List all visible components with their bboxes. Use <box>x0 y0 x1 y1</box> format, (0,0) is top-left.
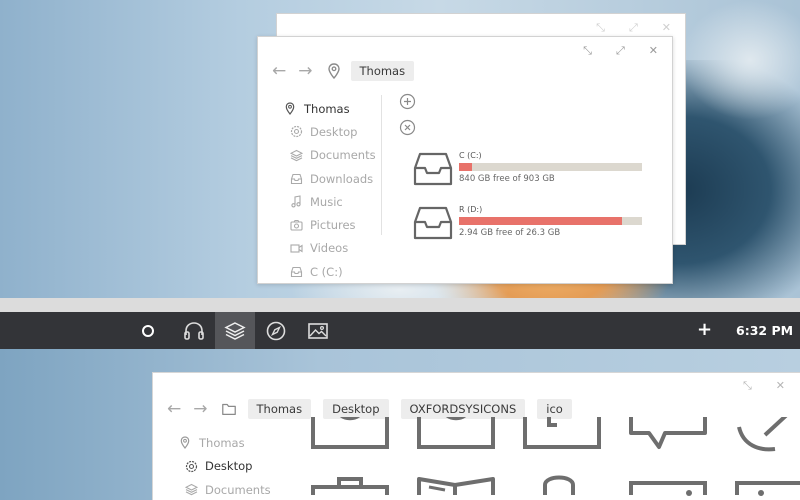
image-icon <box>308 322 328 339</box>
sidebar-item-label: Desktop <box>310 124 358 139</box>
taskbar-files-button[interactable] <box>215 312 255 349</box>
drive-usage-bar <box>459 217 642 225</box>
lock-icon[interactable] <box>523 473 603 500</box>
chat-bubble-icon[interactable] <box>629 417 709 467</box>
sidebar-item-label: Thomas <box>304 101 350 116</box>
sidebar-item-thomas[interactable]: Thomas <box>282 97 382 120</box>
drive-icon <box>413 152 453 186</box>
drive-r[interactable]: R (D:) 2.94 GB free of 26.3 GB <box>413 204 653 244</box>
sidebar-item-music[interactable]: Music <box>282 190 382 213</box>
breadcrumb-thomas[interactable]: Thomas <box>350 61 415 81</box>
breadcrumb-oxfordsysicons[interactable]: OXFORDSYSICONS <box>400 399 526 419</box>
breadcrumb-thomas[interactable]: Thomas <box>247 399 312 419</box>
sidebar-item-documents[interactable]: Documents <box>282 144 382 167</box>
sidebar-item-label: Videos <box>310 241 349 256</box>
maximize-button[interactable]: ⤢ <box>616 45 625 57</box>
video-camera-icon <box>288 243 304 254</box>
sidebar: Thomas Desktop Documents Downloads Music <box>282 97 382 283</box>
forward-arrow-icon[interactable]: → <box>193 399 207 419</box>
taskbar-circle-button[interactable] <box>128 312 168 349</box>
maximize-icon[interactable]: ⤢ <box>629 22 638 34</box>
compass-icon <box>266 321 286 340</box>
inbox-tray-icon <box>288 173 304 185</box>
sidebar-item-label: C (C:) <box>310 264 343 279</box>
circle-icon <box>142 324 154 337</box>
music-note-icon <box>288 195 304 208</box>
sidebar-item-pictures[interactable]: Pictures <box>282 213 382 236</box>
inbox-tray-icon[interactable] <box>311 417 391 467</box>
taskbar-music-button[interactable] <box>174 312 214 349</box>
taskbar-photos-button[interactable] <box>298 312 338 349</box>
sidebar-item-label: Documents <box>310 148 376 163</box>
location-pin-icon <box>327 63 340 80</box>
taskbar-browser-button[interactable] <box>256 312 296 349</box>
open-book-icon[interactable] <box>417 473 497 500</box>
remove-circle-icon[interactable] <box>399 119 416 137</box>
sidebar: Thomas Desktop Documents <box>177 431 271 500</box>
forward-arrow-icon[interactable]: → <box>298 61 312 81</box>
explorer-window[interactable]: ⤡ ⤢ ✕ ← → Thomas Thomas Desktop Document… <box>257 36 673 284</box>
close-button[interactable]: ✕ <box>776 380 785 392</box>
clock[interactable]: 6:32 PM <box>736 323 793 338</box>
drive-free-text: 840 GB free of 903 GB <box>459 174 555 184</box>
drive-name: R (D:) <box>459 205 483 214</box>
ticket-icon[interactable] <box>735 473 800 500</box>
screen-divider <box>0 298 800 312</box>
minimize-button[interactable]: ⤡ <box>743 380 752 392</box>
add-circle-icon[interactable] <box>399 93 416 111</box>
drive-free-text: 2.94 GB free of 26.3 GB <box>459 228 561 238</box>
camera-icon <box>288 219 304 231</box>
close-icon[interactable]: ✕ <box>662 22 671 34</box>
sidebar-item-label: Thomas <box>199 435 245 450</box>
back-arrow-icon[interactable]: ← <box>167 399 181 419</box>
sidebar-item-documents[interactable]: Documents <box>177 478 271 500</box>
sidebar-item-label: Desktop <box>205 459 253 474</box>
drive-usage-fill <box>459 163 472 171</box>
navigation-bar: ← → Thomas <box>272 61 426 81</box>
sidebar-item-thomas[interactable]: Thomas <box>177 431 271 455</box>
explorer-window-lower[interactable]: ⤡ ✕ ← → Thomas Desktop OXFORDSYSICONS ic… <box>152 372 800 500</box>
sidebar-item-downloads[interactable]: Downloads <box>282 167 382 190</box>
inbox-icon[interactable] <box>417 417 497 467</box>
sidebar-divider <box>381 95 382 235</box>
sidebar-item-desktop[interactable]: Desktop <box>282 120 382 143</box>
sidebar-item-videos[interactable]: Videos <box>282 237 382 260</box>
drive-usage-fill <box>459 217 622 225</box>
folder-icon <box>221 403 236 415</box>
headphones-icon <box>184 321 204 340</box>
navigation-bar: ← → Thomas Desktop OXFORDSYSICONS ico <box>167 399 584 419</box>
card-icon[interactable] <box>629 473 709 500</box>
layers-icon <box>183 483 199 496</box>
desktop-gear-icon <box>288 125 304 138</box>
layers-icon <box>224 321 246 340</box>
drive-usage-bar <box>459 163 642 171</box>
minimize-icon[interactable]: ⤡ <box>596 22 605 34</box>
back-arrow-icon[interactable]: ← <box>272 61 286 81</box>
sidebar-item-drive-c[interactable]: C (C:) <box>282 260 382 283</box>
box-icon[interactable] <box>523 417 603 467</box>
minimize-button[interactable]: ⤡ <box>583 45 592 57</box>
sidebar-item-label: Pictures <box>310 218 356 233</box>
briefcase-icon[interactable] <box>311 473 391 500</box>
compass-icon[interactable] <box>735 417 800 467</box>
breadcrumb-desktop[interactable]: Desktop <box>323 399 389 419</box>
taskbar: + 6:32 PM <box>0 312 800 349</box>
close-button[interactable]: ✕ <box>649 45 658 57</box>
drive-name: C (C:) <box>459 151 482 160</box>
drive-icon <box>288 266 304 278</box>
layers-icon <box>288 149 304 162</box>
taskbar-add-button[interactable]: + <box>697 320 712 340</box>
sidebar-item-label: Downloads <box>310 171 374 186</box>
location-pin-icon <box>177 436 193 450</box>
breadcrumb-ico[interactable]: ico <box>537 399 572 419</box>
sidebar-item-label: Music <box>310 194 343 209</box>
sidebar-item-desktop[interactable]: Desktop <box>177 455 271 479</box>
drive-c[interactable]: C (C:) 840 GB free of 903 GB <box>413 150 653 190</box>
location-pin-icon <box>282 102 298 116</box>
drive-icon <box>413 206 453 240</box>
sidebar-item-label: Documents <box>205 482 271 497</box>
desktop-gear-icon <box>183 460 199 473</box>
